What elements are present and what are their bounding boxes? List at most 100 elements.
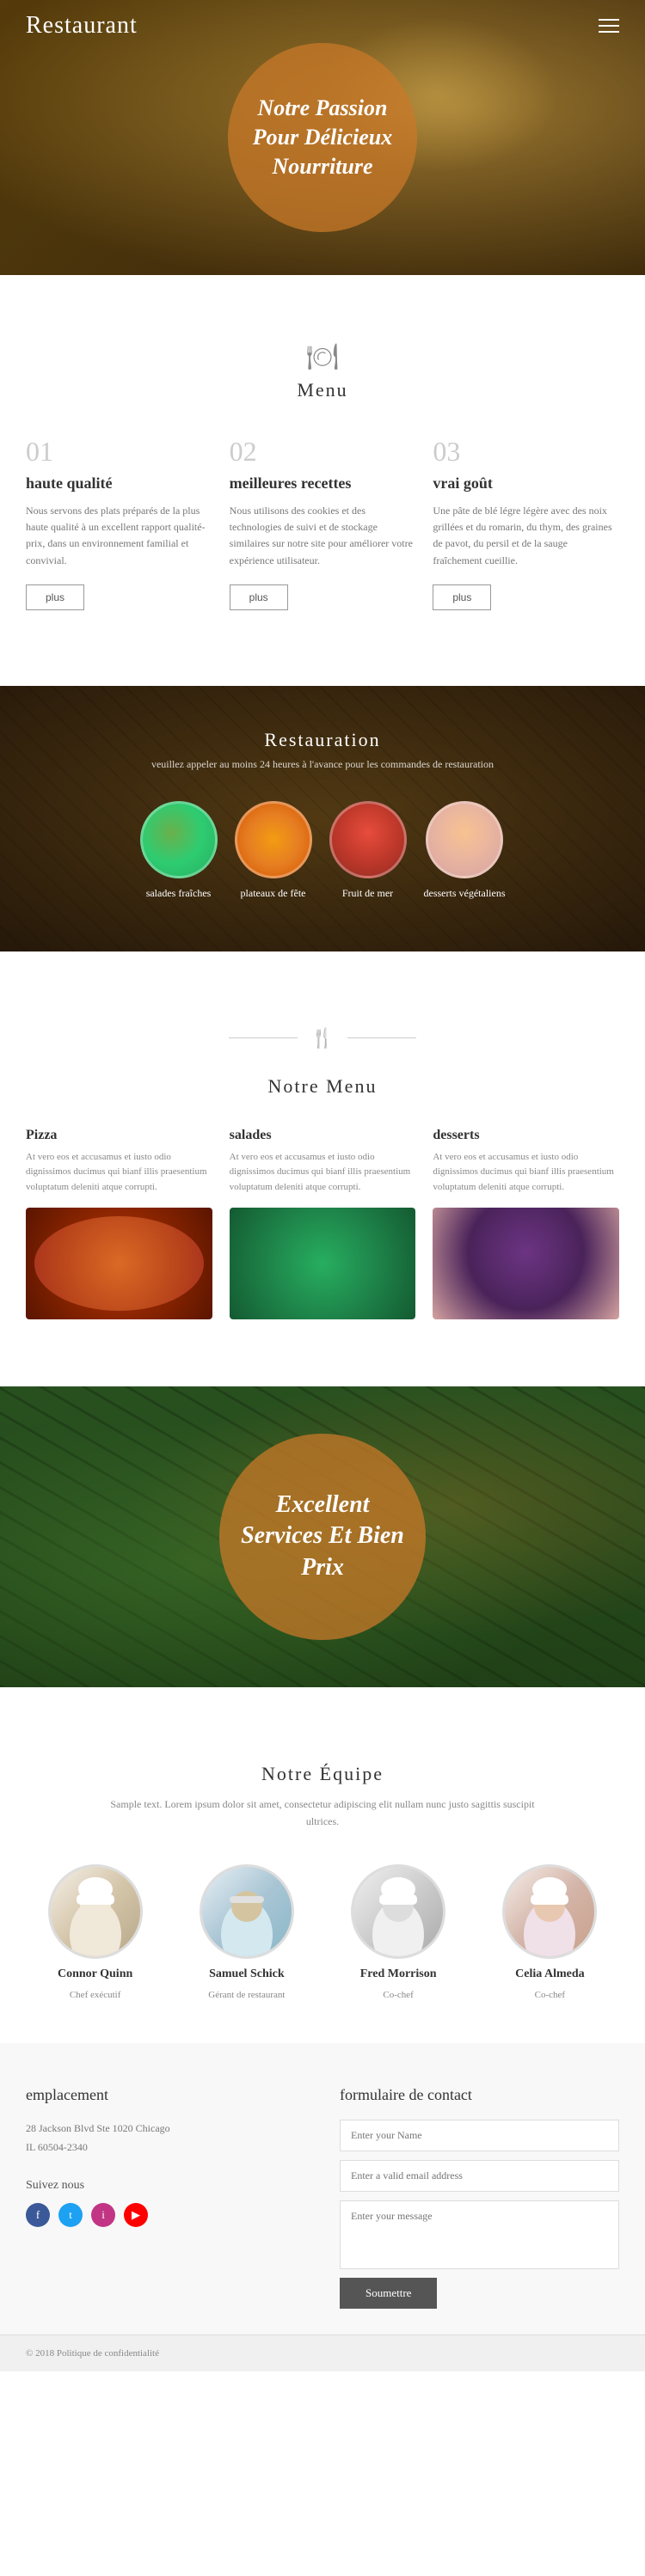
food-circle-plateaux[interactable]: plateaux de fête (235, 801, 312, 900)
footer-text: © 2018 Politique de confidentialité (26, 2348, 159, 2359)
facebook-icon[interactable]: f (26, 2203, 50, 2227)
restauration-section: Restauration veuillez appeler au moins 2… (0, 686, 645, 951)
hamburger-line (599, 25, 619, 27)
team-member-celia: Celia Almeda Co-chef (481, 1864, 619, 2000)
excellent-wave-top (0, 1354, 645, 1388)
plateaux-image (235, 801, 312, 878)
bottom-section: emplacement 28 Jackson Blvd Ste 1020 Chi… (0, 2043, 645, 2334)
dish-desserts: desserts At vero eos et accusamus et ius… (433, 1128, 619, 1319)
header: Restaurant (0, 0, 645, 52)
twitter-icon[interactable]: t (58, 2203, 83, 2227)
restauration-wave-top (0, 653, 645, 688)
contact-column: formulaire de contact Soumettre (340, 2086, 619, 2309)
equipe-subtitle: Sample text. Lorem ipsum dolor sit amet,… (108, 1796, 538, 1831)
contact-email-input[interactable] (340, 2160, 619, 2192)
emplacement-column: emplacement 28 Jackson Blvd Ste 1020 Chi… (26, 2086, 305, 2309)
cutlery-icon: 🍴 (310, 1027, 334, 1049)
restauration-wave-bottom (0, 950, 645, 984)
menu-item-3: 03 vrai goût Une pâte de blé légre légèr… (433, 436, 619, 610)
menu-text-1: Nous servons des plats préparés de la pl… (26, 503, 212, 569)
hamburger-menu[interactable] (599, 19, 619, 33)
hero-wave (0, 273, 645, 308)
contact-message-input[interactable] (340, 2200, 619, 2269)
restauration-subtitle: veuillez appeler au moins 24 heures à l'… (26, 758, 619, 771)
plateaux-label: plateaux de fête (241, 887, 306, 900)
equipe-title: Notre Équipe (26, 1763, 619, 1785)
pizza-image (26, 1208, 212, 1319)
menu-item-1: 01 haute qualité Nous servons des plats … (26, 436, 212, 610)
notre-menu-title: Notre Menu (26, 1075, 619, 1098)
dish-pizza-name: Pizza (26, 1128, 212, 1143)
menu-title-1: haute qualité (26, 474, 212, 493)
dish-desserts-name: desserts (433, 1128, 619, 1143)
team-grid: Connor Quinn Chef exécutif Samuel Schick… (26, 1864, 619, 2000)
hero-content: Notre Passion Pour Délicieux Nourriture (228, 43, 417, 232)
salad-image (140, 801, 218, 878)
youtube-icon[interactable]: ▶ (124, 2203, 148, 2227)
celia-name: Celia Almeda (515, 1967, 585, 1981)
team-member-connor: Connor Quinn Chef exécutif (26, 1864, 164, 2000)
excellent-content: Excellent Services Et Bien Prix (219, 1434, 426, 1640)
menu-plus-btn-3[interactable]: plus (433, 584, 491, 610)
celia-photo (502, 1864, 597, 1959)
fruit-mer-label: Fruit de mer (342, 887, 393, 900)
hero-title: Notre Passion Pour Délicieux Nourriture (245, 94, 400, 181)
menu-title-2: meilleures recettes (230, 474, 416, 493)
menu-item-2: 02 meilleures recettes Nous utilisons de… (230, 436, 416, 610)
dish-pizza-text: At vero eos et accusamus et iusto odio d… (26, 1150, 212, 1196)
contact-title: formulaire de contact (340, 2086, 619, 2104)
equipe-section: Notre Équipe Sample text. Lorem ipsum do… (0, 1720, 645, 2044)
restauration-title: Restauration (26, 729, 619, 751)
dish-salades-name: salades (230, 1128, 416, 1143)
menu-section: 🍽 Menu 01 haute qualité Nous servons des… (0, 308, 645, 653)
connor-role: Chef exécutif (70, 1990, 121, 2000)
dish-pizza: Pizza At vero eos et accusamus et iusto … (26, 1128, 212, 1319)
excellent-title: Excellent Services Et Bien Prix (241, 1490, 404, 1583)
food-circle-fruit-mer[interactable]: Fruit de mer (329, 801, 407, 900)
chef-hat-icon: 🍽 (26, 342, 619, 372)
address-text: 28 Jackson Blvd Ste 1020 ChicagoIL 60504… (26, 2120, 305, 2157)
menu-text-2: Nous utilisons des cookies et des techno… (230, 503, 416, 569)
menu-title-3: vrai goût (433, 474, 619, 493)
desserts-image (426, 801, 503, 878)
hamburger-line (599, 31, 619, 33)
logo: Restaurant (26, 12, 138, 40)
fruit-mer-image (329, 801, 407, 878)
dish-salades-text: At vero eos et accusamus et iusto odio d… (230, 1150, 416, 1196)
contact-name-input[interactable] (340, 2120, 619, 2151)
instagram-icon[interactable]: i (91, 2203, 115, 2227)
soumettre-button[interactable]: Soumettre (340, 2278, 437, 2309)
menu-section-title: Menu (26, 379, 619, 401)
hamburger-line (599, 19, 619, 21)
samuel-role: Gérant de restaurant (208, 1990, 285, 2000)
celia-role: Co-chef (535, 1990, 565, 2000)
excellent-bubble: Excellent Services Et Bien Prix (219, 1434, 426, 1640)
menu-grid: 01 haute qualité Nous servons des plats … (26, 436, 619, 610)
social-icons-container: f t i ▶ (26, 2203, 305, 2227)
menu-plus-btn-2[interactable]: plus (230, 584, 288, 610)
salades-image (230, 1208, 416, 1319)
notre-menu-section: 🍴 Notre Menu Pizza At vero eos et accusa… (0, 984, 645, 1354)
desserts-label: desserts végétaliens (424, 887, 506, 900)
team-member-samuel: Samuel Schick Gérant de restaurant (177, 1864, 316, 2000)
fred-role: Co-chef (383, 1990, 413, 2000)
dish-salades: salades At vero eos et accusamus et iust… (230, 1128, 416, 1319)
emplacement-title: emplacement (26, 2086, 305, 2104)
fred-photo (351, 1864, 445, 1959)
menu-number-3: 03 (433, 436, 619, 468)
desserts-d-image (433, 1208, 619, 1319)
footer: © 2018 Politique de confidentialité (0, 2334, 645, 2371)
samuel-name: Samuel Schick (209, 1967, 285, 1981)
fred-name: Fred Morrison (360, 1967, 437, 1981)
food-circle-desserts[interactable]: desserts végétaliens (424, 801, 506, 900)
divider: 🍴 (26, 1027, 619, 1049)
contact-form: Soumettre (340, 2120, 619, 2309)
suivez-title: Suivez nous (26, 2179, 305, 2193)
food-circles-container: salades fraîches plateaux de fête Fruit … (26, 801, 619, 900)
hero-bubble: Notre Passion Pour Délicieux Nourriture (228, 43, 417, 232)
food-circle-salad[interactable]: salades fraîches (140, 801, 218, 900)
menu-text-3: Une pâte de blé légre légère avec des no… (433, 503, 619, 569)
menu-plus-btn-1[interactable]: plus (26, 584, 84, 610)
menu-number-2: 02 (230, 436, 416, 468)
connor-name: Connor Quinn (58, 1967, 132, 1981)
